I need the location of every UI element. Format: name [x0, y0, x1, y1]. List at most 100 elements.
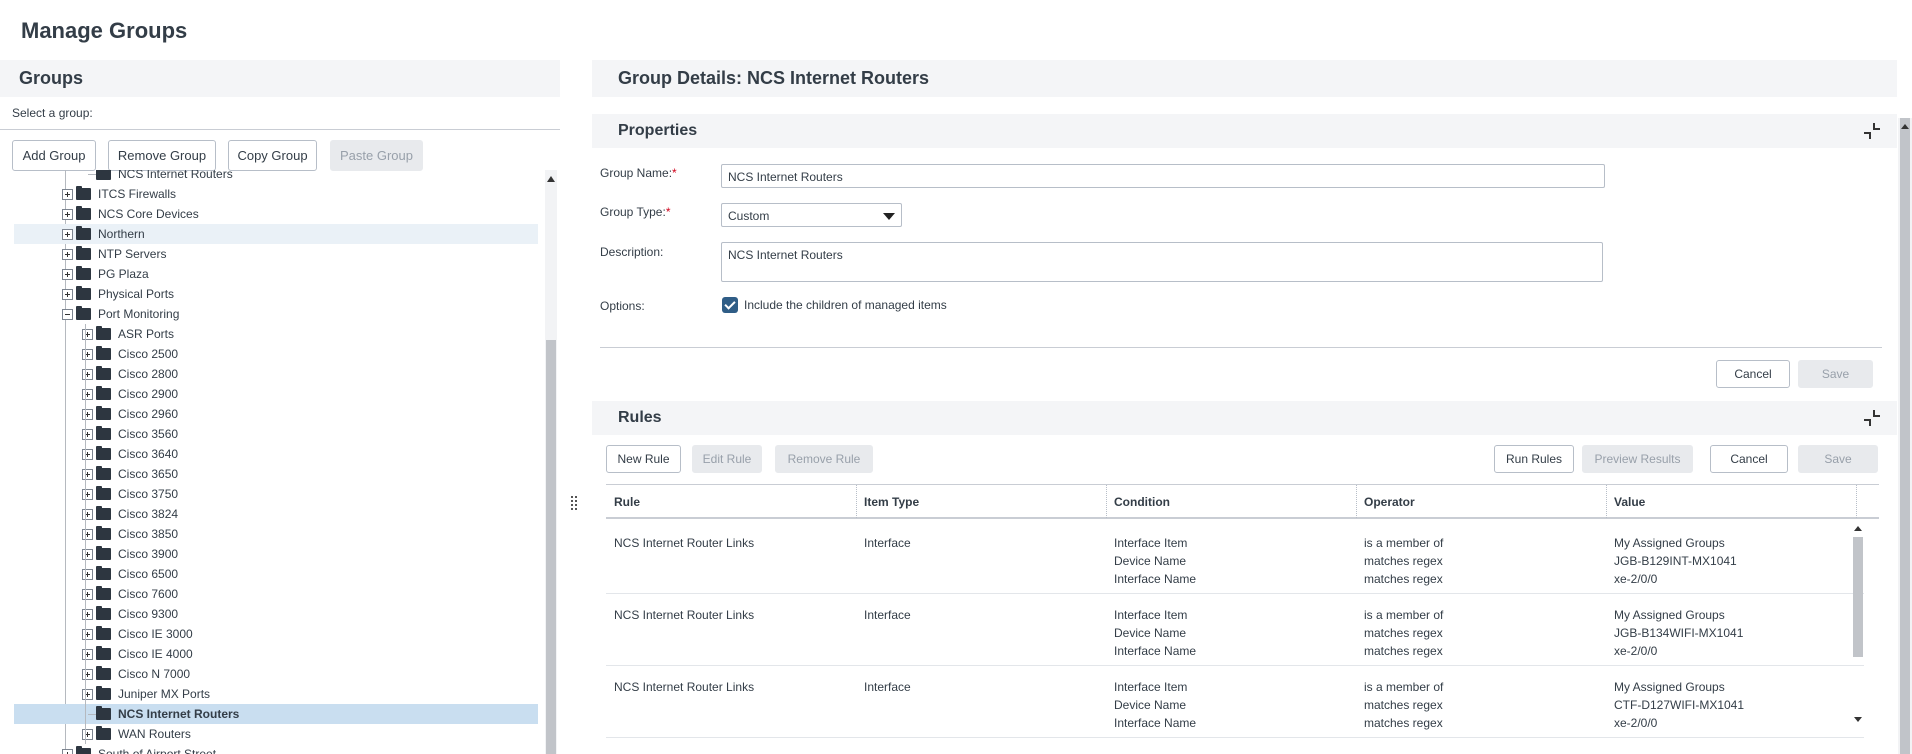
tree-item[interactable]: Northern [14, 224, 538, 244]
table-row[interactable]: NCS Internet Router Links Interface Interf… [606, 522, 1864, 594]
tree-item[interactable]: Cisco 2900 [14, 384, 538, 404]
tree-item[interactable]: Cisco N 7000 [14, 664, 538, 684]
expand-icon[interactable] [82, 489, 93, 500]
tree-item[interactable]: Cisco 3650 [14, 464, 538, 484]
rules-scrollbar[interactable] [1852, 523, 1864, 725]
tree-item[interactable]: Cisco 2800 [14, 364, 538, 384]
expand-icon[interactable] [82, 569, 93, 580]
expand-icon[interactable] [82, 649, 93, 660]
preview-results-button[interactable]: Preview Results [1582, 445, 1693, 473]
rules-cancel-button[interactable]: Cancel [1710, 445, 1788, 473]
tree-item[interactable]: Cisco 7600 [14, 584, 538, 604]
tree-item[interactable]: NTP Servers [14, 244, 538, 264]
column-header-condition[interactable]: Condition [1114, 495, 1170, 509]
expand-icon[interactable] [82, 689, 93, 700]
expand-icon[interactable] [62, 229, 73, 240]
scroll-down-icon[interactable] [1854, 717, 1862, 722]
properties-save-button[interactable]: Save [1798, 360, 1873, 388]
tree-item[interactable]: Cisco 3560 [14, 424, 538, 444]
group-name-input[interactable]: NCS Internet Routers [721, 164, 1605, 188]
tree-item[interactable]: ITCS Firewalls [14, 184, 538, 204]
panel-resize-handle[interactable] [571, 496, 579, 512]
tree-item[interactable]: Cisco 3640 [14, 444, 538, 464]
expand-icon[interactable] [82, 669, 93, 680]
column-header-operator[interactable]: Operator [1364, 495, 1415, 509]
expand-icon[interactable] [82, 509, 93, 520]
folder-icon [96, 646, 111, 660]
scrollbar-thumb[interactable] [1900, 118, 1910, 754]
expand-icon[interactable] [82, 469, 93, 480]
expand-icon[interactable] [82, 329, 93, 340]
properties-cancel-button[interactable]: Cancel [1716, 360, 1790, 388]
tree-item[interactable]: South of Airport Street [14, 744, 538, 754]
tree-item[interactable]: Cisco IE 4000 [14, 644, 538, 664]
expand-icon[interactable] [82, 529, 93, 540]
folder-icon [96, 566, 111, 580]
table-row[interactable]: NCS Internet Router Links Interface Interf… [606, 594, 1864, 666]
scroll-up-icon[interactable] [1901, 124, 1909, 129]
collapse-icon[interactable] [1863, 122, 1881, 140]
collapse-icon[interactable] [1863, 409, 1881, 427]
expand-icon[interactable] [62, 749, 73, 754]
expand-icon[interactable] [62, 189, 73, 200]
expand-icon[interactable] [82, 429, 93, 440]
column-header-value[interactable]: Value [1614, 495, 1645, 509]
collapse-icon[interactable] [62, 309, 73, 320]
expand-icon[interactable] [62, 249, 73, 260]
remove-rule-button[interactable]: Remove Rule [775, 445, 873, 473]
tree-item[interactable]: Cisco IE 3000 [14, 624, 538, 644]
scrollbar-thumb[interactable] [1853, 537, 1863, 657]
tree-item[interactable]: Cisco 6500 [14, 564, 538, 584]
tree-guide-line [85, 324, 86, 744]
expand-icon[interactable] [82, 609, 93, 620]
expand-icon[interactable] [82, 409, 93, 420]
group-type-select[interactable]: Custom [721, 203, 902, 227]
expand-icon[interactable] [62, 289, 73, 300]
new-rule-button[interactable]: New Rule [606, 445, 681, 473]
remove-group-button[interactable]: Remove Group [108, 140, 216, 171]
tree-item[interactable]: Cisco 3750 [14, 484, 538, 504]
expand-icon[interactable] [82, 589, 93, 600]
tree-item[interactable]: NCS Core Devices [14, 204, 538, 224]
tree-item[interactable]: Cisco 2500 [14, 344, 538, 364]
include-children-checkbox[interactable] [722, 297, 738, 313]
tree-item[interactable]: PG Plaza [14, 264, 538, 284]
tree-item[interactable]: ASR Ports [14, 324, 538, 344]
tree-item[interactable]: Cisco 9300 [14, 604, 538, 624]
run-rules-button[interactable]: Run Rules [1494, 445, 1574, 473]
table-row[interactable]: NCS Internet Router Links Interface Interf… [606, 666, 1864, 738]
scroll-up-icon[interactable] [547, 176, 555, 182]
expand-icon[interactable] [82, 449, 93, 460]
paste-group-button[interactable]: Paste Group [330, 140, 423, 171]
tree-scrollbar[interactable] [545, 170, 557, 754]
add-group-button[interactable]: Add Group [12, 140, 96, 171]
rules-save-button[interactable]: Save [1798, 445, 1878, 473]
description-textarea[interactable]: NCS Internet Routers [721, 242, 1603, 282]
tree-item[interactable]: NCS Internet Routers [14, 170, 538, 184]
expand-icon[interactable] [82, 369, 93, 380]
tree-item[interactable]: Juniper MX Ports [14, 684, 538, 704]
tree-item[interactable]: Cisco 3824 [14, 504, 538, 524]
tree-item[interactable]: Cisco 3850 [14, 524, 538, 544]
tree-item[interactable]: Physical Ports [14, 284, 538, 304]
expand-icon[interactable] [62, 209, 73, 220]
expand-icon[interactable] [82, 729, 93, 740]
expand-icon[interactable] [82, 549, 93, 560]
tree-item-label: Cisco 2500 [118, 347, 179, 361]
edit-rule-button[interactable]: Edit Rule [692, 445, 762, 473]
column-header-rule[interactable]: Rule [614, 495, 640, 509]
expand-icon[interactable] [62, 269, 73, 280]
scroll-up-icon[interactable] [1854, 526, 1862, 531]
expand-icon[interactable] [82, 629, 93, 640]
tree-item[interactable]: Cisco 2960 [14, 404, 538, 424]
tree-item[interactable]: WAN Routers [14, 724, 538, 744]
expand-icon[interactable] [82, 349, 93, 360]
page-scrollbar[interactable] [1898, 118, 1912, 754]
copy-group-button[interactable]: Copy Group [228, 140, 317, 171]
tree-item[interactable]: Cisco 3900 [14, 544, 538, 564]
expand-icon[interactable] [82, 389, 93, 400]
column-header-item-type[interactable]: Item Type [864, 495, 919, 509]
scrollbar-thumb[interactable] [546, 340, 556, 754]
tree-item[interactable]: Port Monitoring [14, 304, 538, 324]
tree-item[interactable]: NCS Internet Routers [14, 704, 538, 724]
